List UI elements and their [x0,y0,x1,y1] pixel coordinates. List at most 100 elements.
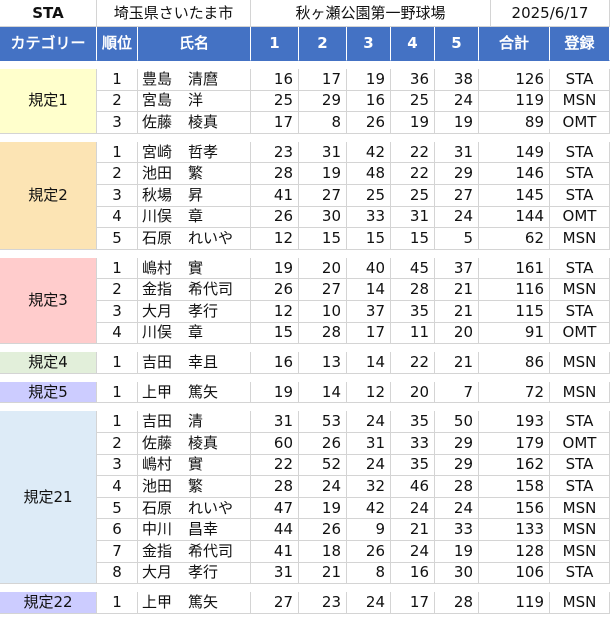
header-round-4[interactable]: 4 [391,27,435,61]
round-4-score[interactable]: 24 [391,541,435,563]
total-cell[interactable]: 106 [479,562,550,585]
player-name-cell[interactable]: 吉田 幸且 [138,352,251,374]
player-name-cell[interactable]: 吉田清 [138,411,251,433]
round-1-score[interactable]: 44 [251,519,299,541]
round-5-score[interactable]: 38 [435,69,479,91]
rank-cell[interactable]: 6 [97,519,138,541]
round-1-score[interactable]: 26 [251,206,299,229]
round-1-score[interactable]: 28 [251,476,299,498]
total-cell[interactable]: 146 [479,163,550,185]
player-name-cell[interactable]: 佐藤 棱真 [138,112,251,134]
category-cell[interactable]: 規定4 [0,352,97,374]
round-2-score[interactable]: 24 [299,476,347,498]
registration-cell[interactable]: STA [550,163,610,185]
round-1-score[interactable]: 23 [251,141,299,164]
round-1-score[interactable]: 31 [251,411,299,433]
total-cell[interactable]: 119 [479,592,550,614]
round-3-score[interactable]: 42 [347,141,391,164]
rank-cell[interactable]: 1 [97,257,138,280]
registration-cell[interactable]: STA [550,257,610,280]
rank-cell[interactable]: 2 [97,163,138,185]
registration-cell[interactable]: MSN [550,497,610,520]
header-round-3[interactable]: 3 [347,27,391,61]
registration-cell[interactable]: STA [550,562,610,585]
round-4-score[interactable]: 22 [391,352,435,374]
header-rank[interactable]: 順位 [97,27,138,61]
round-1-score[interactable]: 41 [251,541,299,563]
round-5-score[interactable]: 21 [435,301,479,323]
round-2-score[interactable]: 27 [299,279,347,301]
round-5-score[interactable]: 29 [435,163,479,185]
round-3-score[interactable]: 12 [347,381,391,404]
category-cell[interactable]: 規定22 [0,592,97,614]
registration-cell[interactable]: MSN [550,228,610,250]
round-2-score[interactable]: 17 [299,69,347,91]
round-3-score[interactable]: 32 [347,476,391,498]
total-cell[interactable]: 162 [479,454,550,477]
round-4-score[interactable]: 22 [391,163,435,185]
registration-cell[interactable]: OMT [550,322,610,345]
round-5-score[interactable]: 28 [435,476,479,498]
round-4-score[interactable]: 20 [391,381,435,404]
player-name-cell[interactable]: 川俣章 [138,322,251,345]
header-round-2[interactable]: 2 [299,27,347,61]
round-5-score[interactable]: 30 [435,562,479,585]
total-cell[interactable]: 156 [479,497,550,520]
category-cell[interactable]: 規定3 [0,257,97,345]
total-cell[interactable]: 179 [479,433,550,455]
rank-cell[interactable]: 1 [97,69,138,91]
total-cell[interactable]: 161 [479,257,550,280]
round-3-score[interactable]: 40 [347,257,391,280]
rank-cell[interactable]: 3 [97,185,138,207]
player-name-cell[interactable]: 池田繁 [138,476,251,498]
rank-cell[interactable]: 7 [97,541,138,563]
rank-cell[interactable]: 3 [97,112,138,134]
header-category[interactable]: カテゴリー [0,27,97,61]
round-4-score[interactable]: 28 [391,279,435,301]
total-cell[interactable]: 119 [479,90,550,113]
registration-cell[interactable]: OMT [550,112,610,134]
total-cell[interactable]: 128 [479,541,550,563]
location-cell[interactable]: 埼玉県さいたま市 [97,0,251,27]
rank-cell[interactable]: 2 [97,90,138,113]
round-3-score[interactable]: 42 [347,497,391,520]
rank-cell[interactable]: 1 [97,352,138,374]
round-2-score[interactable]: 10 [299,301,347,323]
player-name-cell[interactable]: 石原 れいや [138,497,251,520]
header-name[interactable]: 氏名 [138,27,251,61]
total-cell[interactable]: 158 [479,476,550,498]
round-4-score[interactable]: 45 [391,257,435,280]
round-2-score[interactable]: 20 [299,257,347,280]
round-2-score[interactable]: 26 [299,519,347,541]
registration-cell[interactable]: STA [550,141,610,164]
round-1-score[interactable]: 31 [251,562,299,585]
round-2-score[interactable]: 30 [299,206,347,229]
player-name-cell[interactable]: 嶋村實 [138,257,251,280]
round-2-score[interactable]: 13 [299,352,347,374]
player-name-cell[interactable]: 大月 孝行 [138,562,251,585]
round-3-score[interactable]: 14 [347,279,391,301]
total-cell[interactable]: 145 [479,185,550,207]
round-5-score[interactable]: 21 [435,279,479,301]
round-1-score[interactable]: 28 [251,163,299,185]
round-3-score[interactable]: 9 [347,519,391,541]
registration-cell[interactable]: MSN [550,279,610,301]
round-1-score[interactable]: 47 [251,497,299,520]
round-5-score[interactable]: 7 [435,381,479,404]
round-5-score[interactable]: 37 [435,257,479,280]
category-cell[interactable]: 規定1 [0,69,97,134]
player-name-cell[interactable]: 宮崎 哲孝 [138,141,251,164]
round-4-score[interactable]: 35 [391,301,435,323]
round-1-score[interactable]: 22 [251,454,299,477]
registration-cell[interactable]: STA [550,301,610,323]
total-cell[interactable]: 89 [479,112,550,134]
header-registration[interactable]: 登録 [550,27,610,61]
round-5-score[interactable]: 20 [435,322,479,345]
registration-cell[interactable]: MSN [550,519,610,541]
round-1-score[interactable]: 16 [251,352,299,374]
total-cell[interactable]: 86 [479,352,550,374]
rank-cell[interactable]: 5 [97,228,138,250]
round-3-score[interactable]: 17 [347,322,391,345]
player-name-cell[interactable]: 嶋村實 [138,454,251,477]
round-5-score[interactable]: 21 [435,352,479,374]
